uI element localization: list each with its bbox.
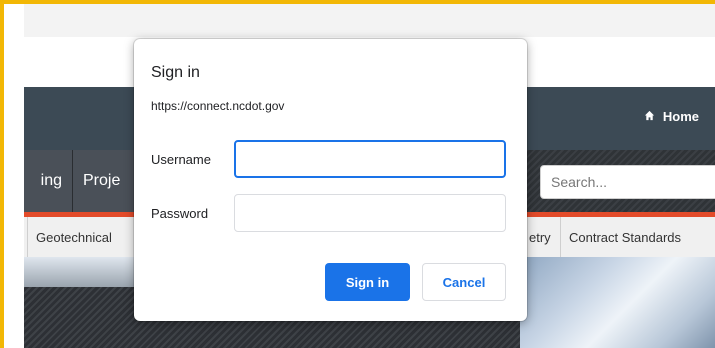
top-bar — [24, 4, 715, 37]
sign-in-dialog: Sign in https://connect.ncdot.gov Userna… — [134, 39, 527, 321]
search-input[interactable]: Search... — [540, 165, 715, 199]
password-field[interactable] — [234, 194, 506, 232]
subnav-item-contract-standards[interactable]: Contract Standards — [560, 217, 689, 257]
menu-item[interactable]: ing — [24, 150, 73, 212]
password-label: Password — [151, 206, 209, 221]
sign-in-button[interactable]: Sign in — [325, 263, 410, 301]
username-label: Username — [151, 152, 211, 167]
username-field[interactable] — [234, 140, 506, 178]
hero-image-right — [520, 257, 715, 348]
dialog-title: Sign in — [151, 64, 200, 81]
home-icon — [644, 109, 655, 124]
subnav-item-geotechnical[interactable]: Geotechnical — [27, 217, 120, 257]
home-label: Home — [662, 109, 699, 124]
cancel-button[interactable]: Cancel — [422, 263, 506, 301]
hero-image-highlight — [24, 257, 134, 287]
home-link[interactable]: Home — [644, 109, 699, 124]
dialog-url: https://connect.ncdot.gov — [151, 99, 285, 113]
